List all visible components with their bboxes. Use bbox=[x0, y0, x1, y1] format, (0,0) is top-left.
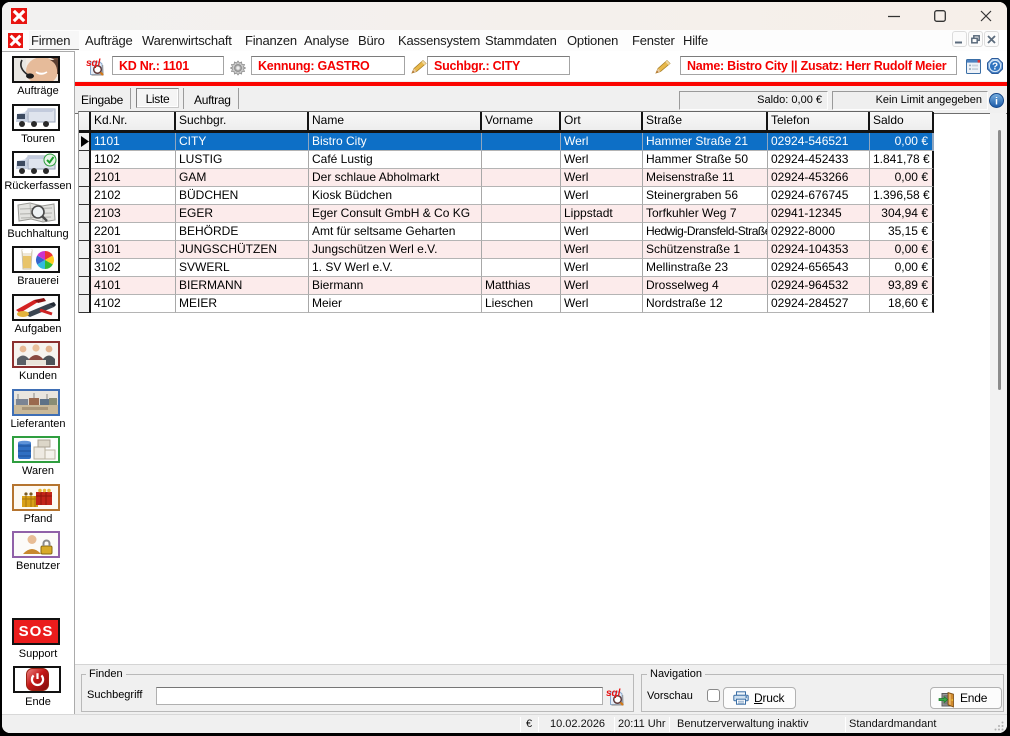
svg-text:?: ? bbox=[992, 61, 998, 72]
svg-text:sql: sql bbox=[606, 688, 621, 699]
svg-text:i: i bbox=[995, 97, 998, 108]
svg-text:sql: sql bbox=[86, 58, 101, 69]
